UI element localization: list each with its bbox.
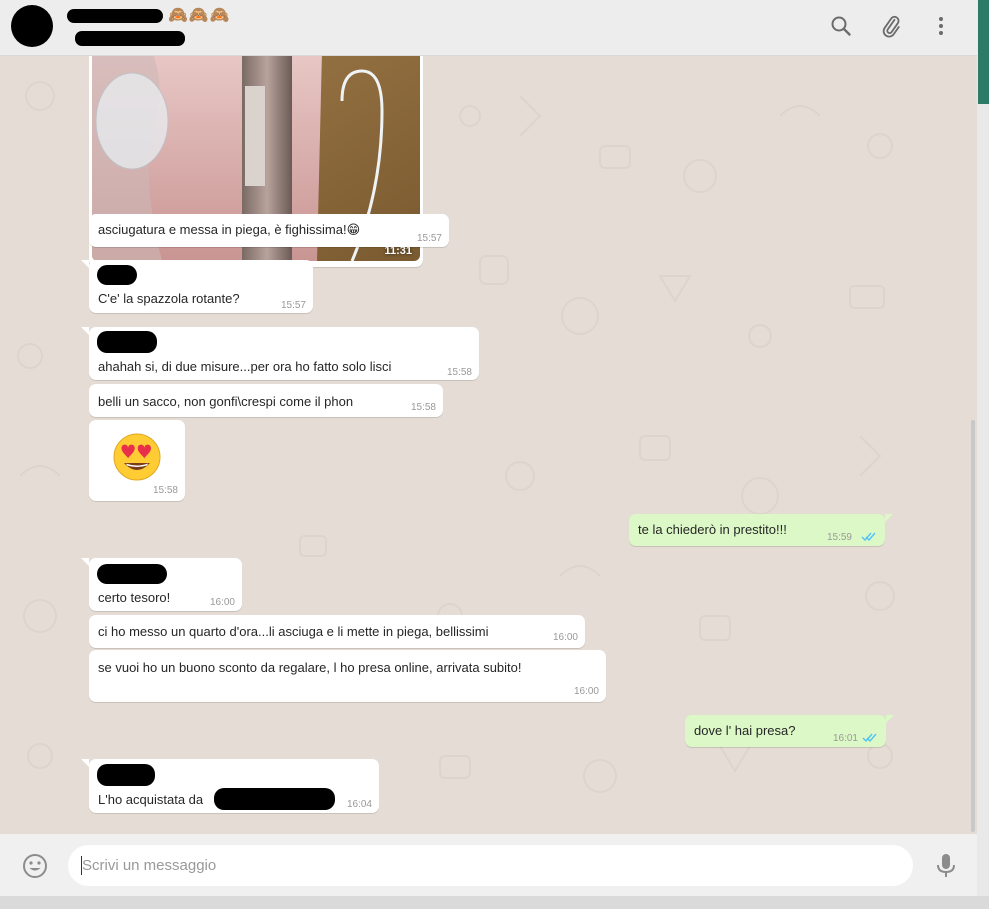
window-accent [978, 0, 989, 104]
message-text: belli un sacco, non gonfi\crespi come il… [98, 394, 354, 409]
chat-scrollbar[interactable] [971, 420, 975, 832]
message-time: 15:58 [410, 402, 436, 413]
store-name-redacted [214, 788, 335, 810]
microphone-icon[interactable] [935, 853, 957, 879]
message-time: 16:04 [346, 799, 372, 810]
contact-avatar[interactable] [11, 5, 53, 47]
message-bubble-incoming[interactable]: ci ho messo un quarto d'ora...li asciuga… [89, 615, 585, 648]
contact-name-redacted[interactable] [67, 9, 163, 23]
message-bubble-incoming[interactable]: L'ho acquistata da 16:04 [89, 759, 379, 813]
message-text: L'ho acquistata da [98, 792, 204, 807]
message-time: 15:57 [416, 233, 442, 244]
bubble-tail [81, 260, 89, 268]
sender-name-redacted [97, 564, 167, 584]
message-composer [0, 834, 977, 896]
sender-name-redacted [97, 764, 155, 786]
menu-icon[interactable] [929, 14, 953, 38]
message-text: te la chiederò in prestito!!! [638, 522, 787, 537]
message-text: ahahah si, di due misure...per ora ho fa… [98, 359, 392, 374]
chat-header: 🙈🙈🙈 [0, 0, 977, 56]
bubble-tail [81, 558, 89, 566]
message-bubble-incoming[interactable]: certo tesoro! 16:00 [89, 558, 242, 611]
attach-icon[interactable] [879, 14, 903, 38]
message-bubble-incoming[interactable]: asciugatura e messa in piega, è fighissi… [89, 214, 449, 247]
contact-status-redacted [75, 31, 185, 46]
message-text: certo tesoro! [98, 590, 171, 605]
message-bubble-incoming[interactable]: belli un sacco, non gonfi\crespi come il… [89, 384, 443, 417]
bubble-tail [81, 327, 89, 335]
message-bubble-incoming[interactable]: se vuoi ho un buono sconto da regalare, … [89, 650, 606, 702]
message-text: se vuoi ho un buono sconto da regalare, … [98, 660, 522, 675]
message-time: 15:57 [280, 300, 306, 311]
bubble-tail [81, 759, 89, 767]
message-text: dove l' hai presa? [694, 723, 796, 738]
message-text: ci ho messo un quarto d'ora...li asciuga… [98, 624, 489, 639]
message-time: 16:00 [573, 686, 599, 697]
message-time: 16:00 [209, 597, 235, 608]
sender-name-redacted [97, 265, 137, 285]
message-time: 15:59 [826, 532, 852, 543]
message-list[interactable]: 11:31 asciugatura e messa in piega, è fi… [0, 56, 977, 834]
text-caret [81, 856, 82, 875]
message-bubble-incoming[interactable]: ahahah si, di due misure...per ora ho fa… [89, 327, 479, 380]
message-bubble-incoming[interactable]: 15:58 [89, 420, 185, 501]
smiley-icon[interactable] [22, 853, 48, 879]
message-time: 15:58 [446, 367, 472, 378]
read-ticks-icon [861, 532, 876, 542]
message-time: 16:01 [832, 733, 858, 744]
sender-name-redacted [97, 331, 157, 353]
message-input[interactable] [68, 845, 913, 886]
message-bubble-outgoing[interactable]: te la chiederò in prestito!!! 15:59 [629, 514, 885, 546]
message-bubble-outgoing[interactable]: dove l' hai presa? 16:01 [685, 715, 886, 747]
contact-name-emoji: 🙈🙈🙈 [168, 5, 231, 24]
message-time: 16:00 [552, 632, 578, 643]
window-edge [977, 0, 989, 909]
bubble-tail [886, 715, 894, 723]
bubble-tail [885, 514, 893, 522]
message-text: asciugatura e messa in piega, è fighissi… [98, 222, 361, 237]
window-bottom-edge [0, 896, 989, 909]
read-ticks-icon [862, 733, 877, 743]
search-icon[interactable] [829, 14, 853, 38]
message-bubble-incoming[interactable]: C'e' la spazzola rotante? 15:57 [89, 260, 313, 313]
heart-eyes-emoji [113, 433, 161, 481]
message-time: 15:58 [152, 485, 178, 496]
message-text: C'e' la spazzola rotante? [98, 291, 240, 306]
